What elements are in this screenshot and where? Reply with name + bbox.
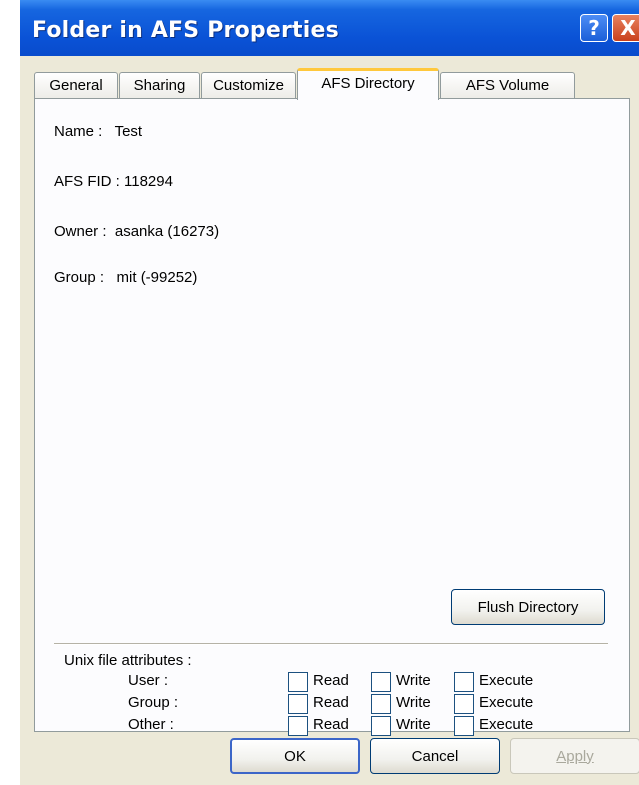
tab-customize[interactable]: Customize (201, 72, 296, 100)
other-write-checkbox[interactable] (371, 716, 391, 736)
flush-directory-button[interactable]: Flush Directory (451, 589, 605, 625)
cancel-button[interactable]: Cancel (370, 738, 500, 774)
group-info: Group : mit (-99252) (54, 269, 198, 286)
other-read-label: Read (313, 716, 349, 733)
separator (54, 643, 608, 645)
tab-afs-directory[interactable]: AFS Directory (297, 68, 439, 100)
close-button[interactable]: X (612, 14, 639, 42)
dialog-client-area: General Sharing Customize AFS Directory … (20, 56, 639, 785)
user-write-checkbox[interactable] (371, 672, 391, 692)
user-row-label: User : (128, 672, 169, 689)
user-execute-label: Execute (479, 672, 534, 689)
user-read-checkbox[interactable] (288, 672, 308, 692)
other-execute-label: Execute (479, 716, 534, 733)
other-write-label: Write (396, 716, 431, 733)
user-read-label: Read (313, 672, 349, 689)
group-execute-label: Execute (479, 694, 534, 711)
apply-button[interactable]: Apply (510, 738, 639, 774)
group-read-checkbox[interactable] (288, 694, 308, 714)
user-execute-checkbox[interactable] (454, 672, 474, 692)
tab-general[interactable]: General (34, 72, 118, 100)
other-read-checkbox[interactable] (288, 716, 308, 736)
group-read-label: Read (313, 694, 349, 711)
window-title: Folder in AFS Properties (32, 18, 339, 43)
user-write-label: Write (396, 672, 431, 689)
group-write-label: Write (396, 694, 431, 711)
help-button[interactable]: ? (580, 14, 608, 42)
unix-attributes-heading: Unix file attributes : (64, 652, 192, 669)
tab-afs-volume[interactable]: AFS Volume (440, 72, 575, 100)
fid-info: AFS FID : 118294 (54, 173, 173, 190)
tab-sharing[interactable]: Sharing (119, 72, 200, 100)
tab-panel-afs-directory: Name : Test AFS FID : 118294 Owner : asa… (34, 98, 630, 736)
ok-button[interactable]: OK (230, 738, 360, 774)
other-row-label: Other : (128, 716, 174, 733)
group-execute-checkbox[interactable] (454, 694, 474, 714)
properties-window: Folder in AFS Properties ? X General Sha… (20, 0, 639, 785)
group-write-checkbox[interactable] (371, 694, 391, 714)
owner-info: Owner : asanka (16273) (54, 223, 220, 240)
name-info: Name : Test (54, 123, 143, 140)
other-execute-checkbox[interactable] (454, 716, 474, 736)
group-row-label: Group : (128, 694, 179, 711)
